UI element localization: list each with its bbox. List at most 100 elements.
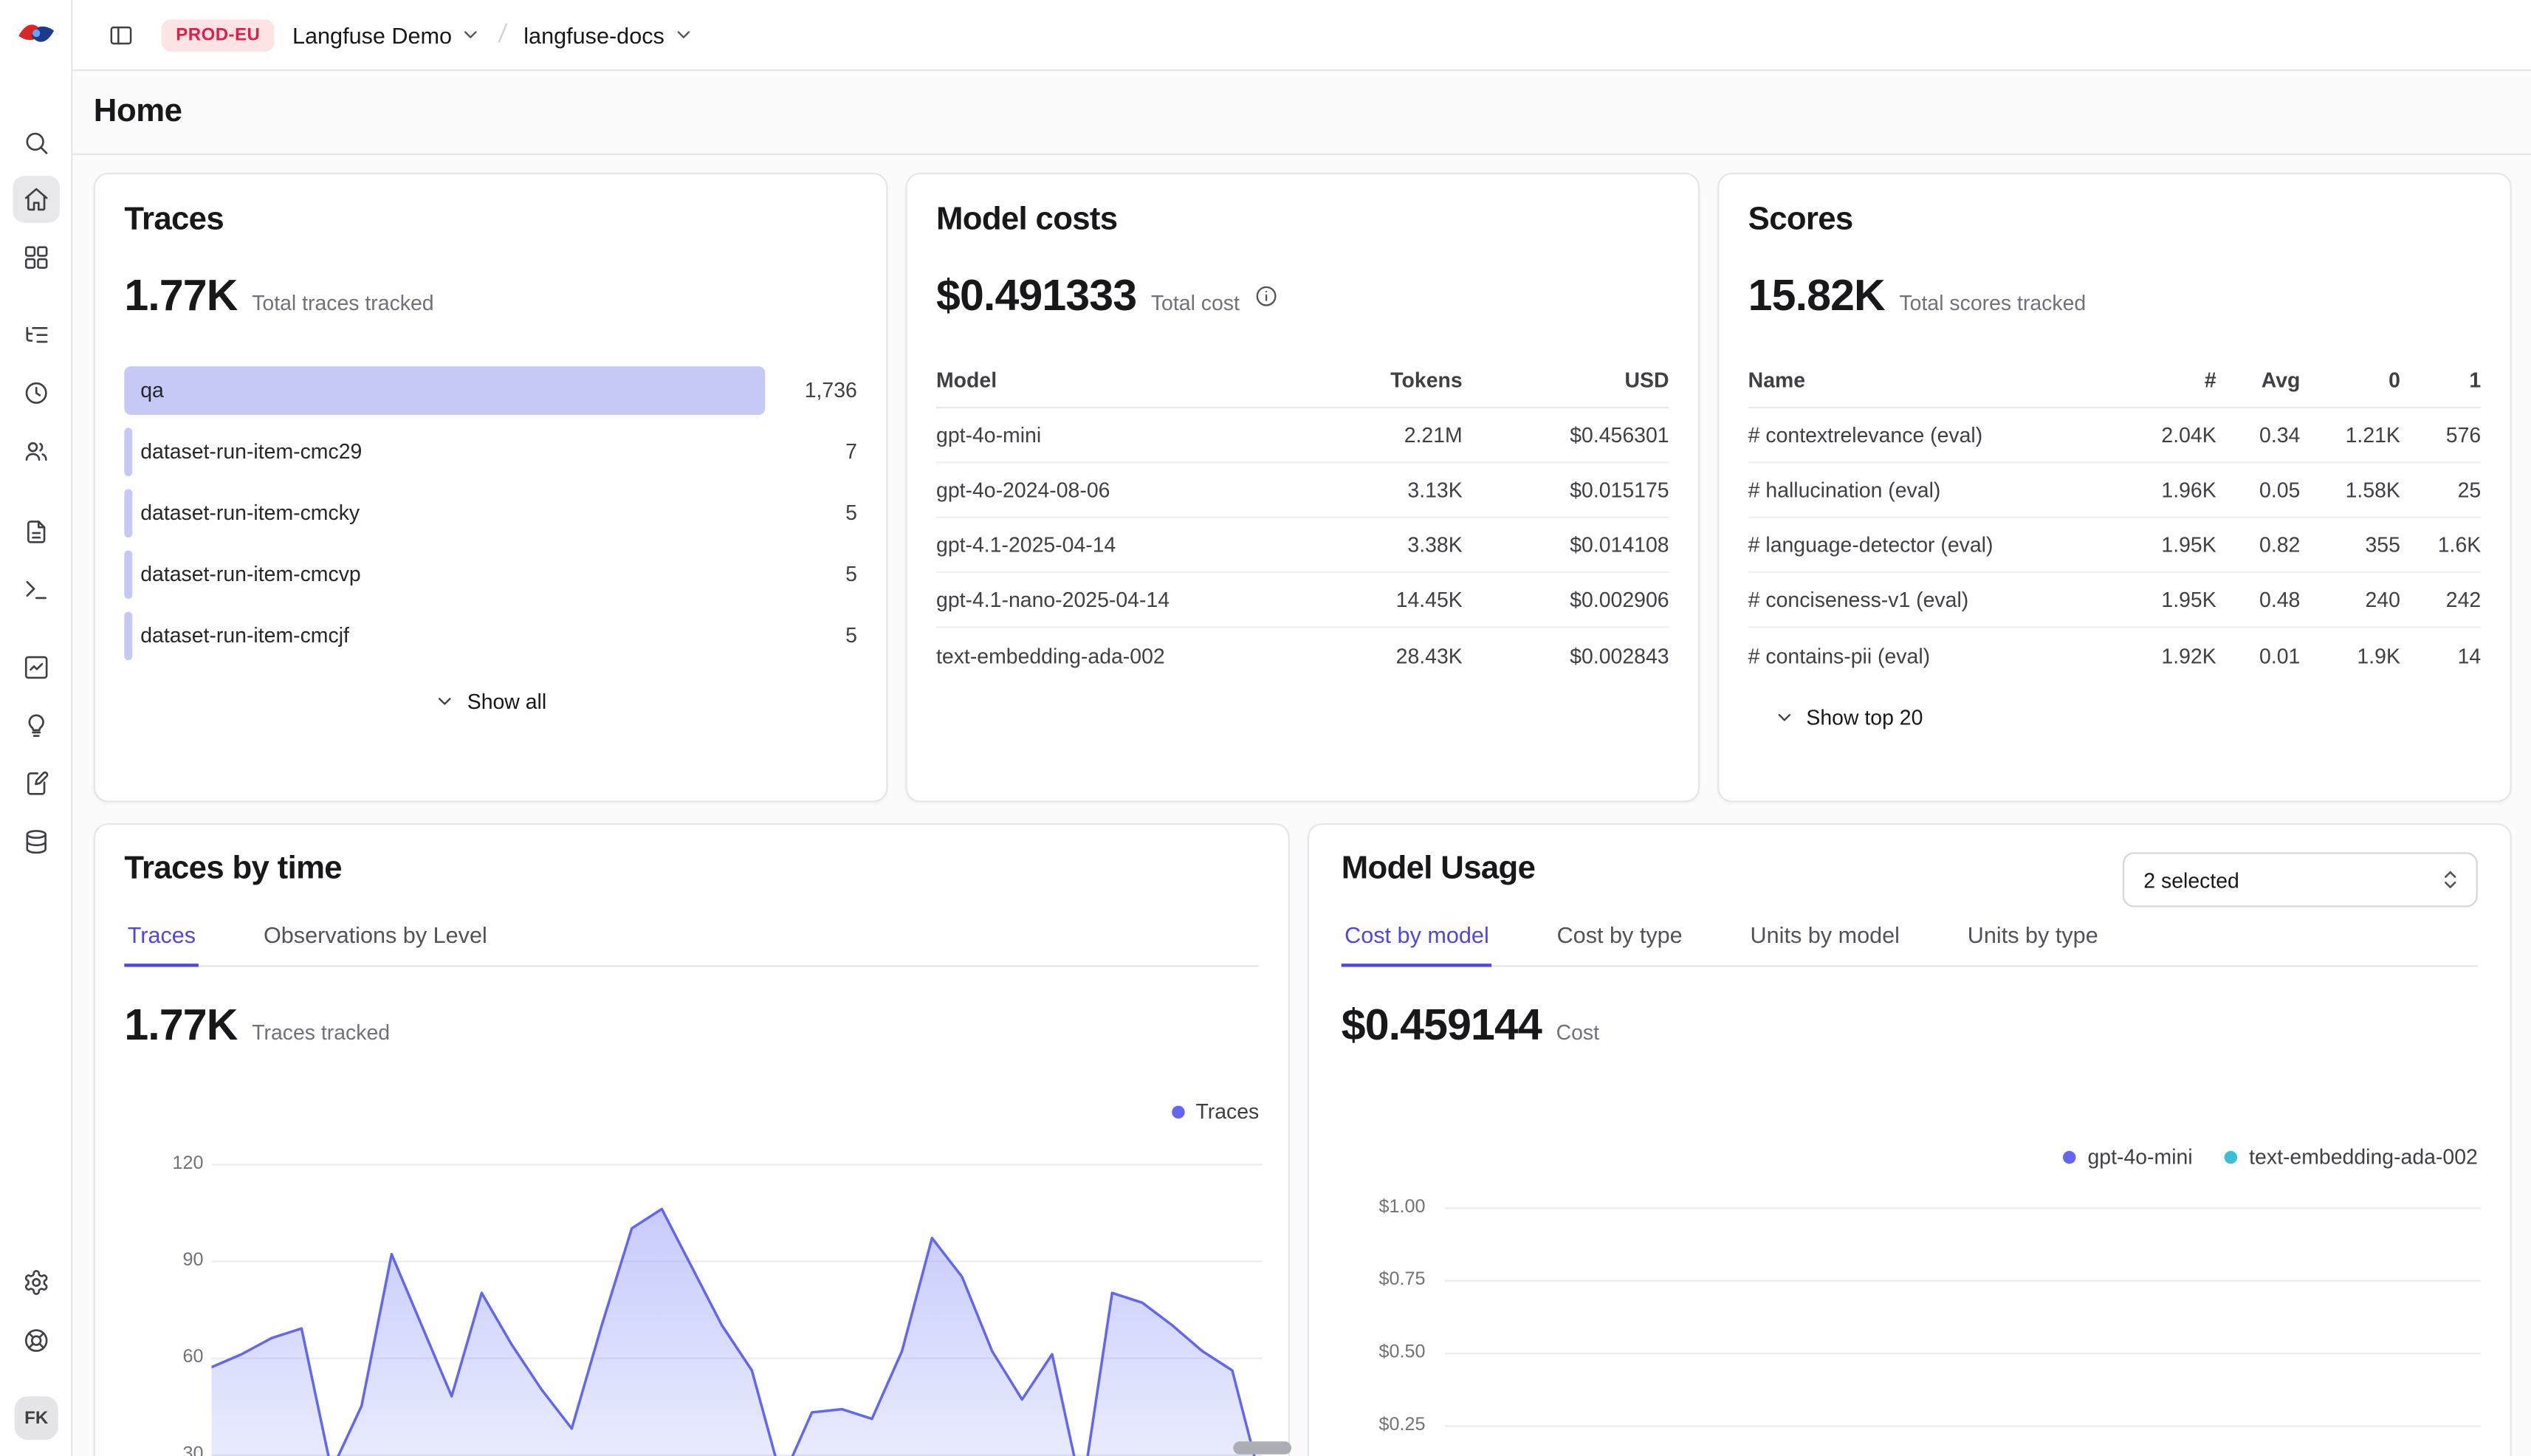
trace-bar-row[interactable]: dataset-run-item-cmcjf 5 [124,612,857,661]
file-text-icon[interactable] [13,509,59,555]
col-zero: 0 [2300,368,2400,392]
users-icon[interactable] [13,427,59,474]
settings-gear-icon[interactable] [13,1259,59,1305]
usage-cost-label: Cost [1556,1020,1599,1045]
sidebar: FK [0,0,72,1456]
bar-label: dataset-run-item-cmcky [140,489,360,538]
show-all-label: Show all [467,690,546,714]
y-tick: 60 [126,1347,204,1367]
scores-card-title: Scores [1748,202,2482,238]
col-count: # [2123,368,2216,392]
user-avatar[interactable]: FK [15,1396,58,1440]
model-select-dropdown[interactable]: 2 selected [2123,852,2478,907]
gridline [1445,1425,2482,1426]
bar-label: dataset-run-item-cmc29 [140,427,362,476]
database-icon[interactable] [13,818,59,865]
org-name: Langfuse Demo [292,22,452,48]
dashboard-icon[interactable] [13,234,59,281]
y-tick: 30 [126,1445,204,1456]
model-usage-card: Model Usage 2 selected Cost by model Cos… [1308,823,2512,1456]
legend-dot [2225,1150,2237,1163]
legend-label: Traces [1195,1099,1259,1124]
col-name: Name [1748,368,2123,392]
table-row: gpt-4.1-2025-04-14 3.38K $0.014108 [936,518,1669,573]
home-icon[interactable] [13,176,59,222]
trace-bar-row[interactable]: qa 1,736 [124,366,857,415]
legend-item[interactable]: gpt-4o-mini [2064,1144,2193,1169]
total-cost-label: Total cost [1151,291,1240,315]
model-costs-table: Model Tokens USD gpt-4o-mini 2.21M $0.45… [936,360,1669,683]
bar-fill [124,551,133,600]
bar-fill [124,612,133,661]
col-tokens: Tokens [1285,368,1462,392]
bar-label: qa [140,366,164,415]
bar-value: 5 [845,612,857,661]
tab-cost-by-type[interactable]: Cost by type [1553,913,1686,965]
total-cost: $0.491333 [936,271,1136,321]
clock-icon[interactable] [13,370,59,416]
environment-badge: PROD-EU [162,18,275,51]
legend-dot [2064,1150,2076,1163]
traces-card-title: Traces [124,202,857,238]
project-name: langfuse-docs [523,22,664,48]
y-tick: 90 [126,1251,204,1270]
chevron-down-icon [1774,707,1795,728]
chevrons-up-down-icon [2439,868,2462,891]
scores-table: Name # Avg 0 1 # contextrelevance (eval)… [1748,360,2482,683]
chevron-down-icon [435,691,456,712]
list-tree-icon[interactable] [13,312,59,358]
scores-total-label: Total scores tracked [1899,291,2086,315]
legend-item[interactable]: text-embedding-ada-002 [2225,1144,2477,1169]
file-pen-icon[interactable] [13,760,59,807]
traces-total: 1.77K [124,271,237,321]
chart-square-icon[interactable] [13,644,59,690]
page-title: Home [94,94,182,131]
chevron-down-icon [460,24,481,45]
table-row: gpt-4o-mini 2.21M $0.456301 [936,408,1669,463]
tab-units-by-type[interactable]: Units by type [1964,913,2101,965]
table-row: text-embedding-ada-002 28.43K $0.002843 [936,628,1669,682]
bar-label: dataset-run-item-cmcvp [140,551,361,600]
breadcrumb-separator: / [497,20,508,49]
chart-legend: gpt-4o-mini text-embedding-ada-002 [2064,1144,2478,1169]
tab-cost-by-model[interactable]: Cost by model [1342,913,1492,966]
trace-bar-row[interactable]: dataset-run-item-cmcvp 5 [124,551,857,600]
bar-label: dataset-run-item-cmcjf [140,612,349,661]
show-all-button[interactable]: Show all [124,690,857,714]
gridline [1445,1207,2482,1209]
tab-observations-by-level[interactable]: Observations by Level [261,913,491,965]
horizontal-scrollbar-thumb[interactable] [1233,1441,1291,1454]
langfuse-logo-icon[interactable] [16,19,57,48]
traces-by-time-card: Traces by time Traces Observations by Le… [94,823,1290,1456]
table-row: gpt-4.1-nano-2025-04-14 14.45K $0.002906 [936,573,1669,628]
lightbulb-icon[interactable] [13,702,59,749]
traces-total-label: Total traces tracked [252,291,433,315]
scores-total: 15.82K [1748,271,1885,321]
traces-tracked-value: 1.77K [124,1000,237,1051]
project-switcher[interactable]: langfuse-docs [523,22,693,48]
topbar: PROD-EU Langfuse Demo / langfuse-docs [72,0,2531,71]
bar-value: 1,736 [805,366,857,415]
bar-value: 5 [845,489,857,538]
sidebar-toggle-icon[interactable] [98,12,143,57]
info-icon[interactable] [1254,284,1279,309]
chart-legend[interactable]: Traces [1172,1099,1260,1124]
usage-cost-value: $0.459144 [1342,1000,1542,1051]
table-row: # conciseness-v1 (eval) 1.95K 0.48 240 2… [1748,573,2482,628]
tab-units-by-model[interactable]: Units by model [1747,913,1903,965]
terminal-icon[interactable] [13,566,59,613]
traces-by-time-tabs: Traces Observations by Level [124,913,1259,966]
search-icon[interactable] [13,120,59,166]
trace-bar-row[interactable]: dataset-run-item-cmcky 5 [124,489,857,538]
table-row: gpt-4o-2024-08-06 3.13K $0.015175 [936,463,1669,518]
trace-bar-row[interactable]: dataset-run-item-cmc29 7 [124,427,857,476]
model-costs-title: Model costs [936,202,1669,238]
show-top-20-button[interactable]: Show top 20 [1748,705,2482,729]
traces-bar-list: qa 1,736 dataset-run-item-cmc29 7 datase… [124,366,857,660]
tab-traces[interactable]: Traces [124,913,199,966]
y-tick: $1.00 [1347,1198,1425,1217]
app-root: FK PROD-EU Langfuse Demo / langfuse-docs… [0,0,2531,1456]
show-top-20-label: Show top 20 [1806,705,1923,729]
life-buoy-icon[interactable] [13,1317,59,1364]
org-switcher[interactable]: Langfuse Demo [292,22,481,48]
